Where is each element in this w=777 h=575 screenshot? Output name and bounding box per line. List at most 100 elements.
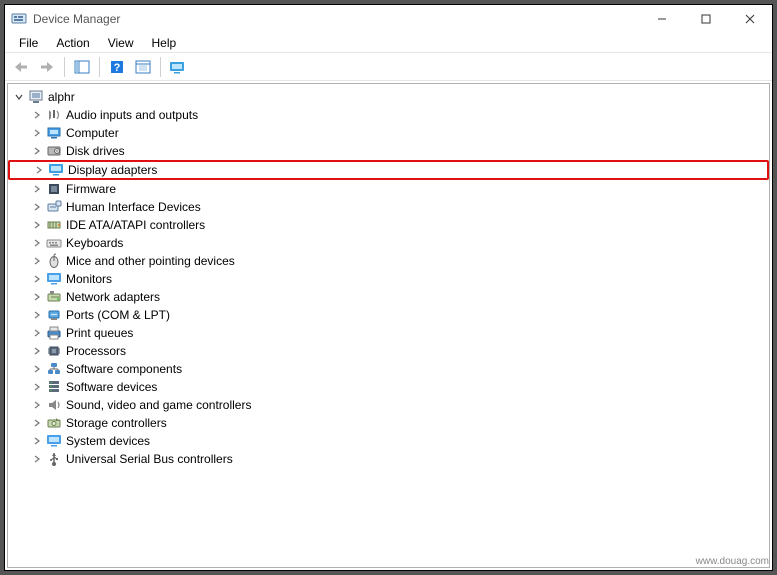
tree-node-label: Monitors [66, 272, 112, 286]
tree-node[interactable]: Audio inputs and outputs [8, 106, 769, 124]
forward-button[interactable] [35, 56, 59, 78]
chevron-right-icon[interactable] [30, 452, 44, 466]
window-title: Device Manager [33, 12, 120, 26]
cpu-icon [46, 343, 62, 359]
tree-root-label: alphr [48, 90, 75, 104]
tree-node-label: IDE ATA/ATAPI controllers [66, 218, 205, 232]
watermark: www.douag.com [696, 556, 769, 567]
tree-node-label: Sound, video and game controllers [66, 398, 251, 412]
chevron-down-icon[interactable] [12, 90, 26, 104]
window-controls [640, 5, 772, 33]
tree-node[interactable]: Ports (COM & LPT) [8, 306, 769, 324]
toolbar-separator [64, 57, 65, 77]
tree-node-label: Computer [66, 126, 119, 140]
tree-node[interactable]: Storage controllers [8, 414, 769, 432]
printer-icon [46, 325, 62, 341]
scan-hardware-button[interactable] [166, 56, 190, 78]
tree-node-label: Network adapters [66, 290, 160, 304]
monitor-icon [46, 271, 62, 287]
firmware-icon [46, 181, 62, 197]
tree-node-label: Keyboards [66, 236, 123, 250]
tree-node-label: Display adapters [68, 163, 157, 177]
tree-node[interactable]: Software devices [8, 378, 769, 396]
chevron-right-icon[interactable] [30, 398, 44, 412]
device-manager-window: Device Manager File Action View Help ? [4, 4, 773, 571]
tree-node-label: Software devices [66, 380, 157, 394]
chevron-right-icon[interactable] [30, 434, 44, 448]
tree-node[interactable]: Human Interface Devices [8, 198, 769, 216]
tree-node[interactable]: Network adapters [8, 288, 769, 306]
help-button[interactable]: ? [105, 56, 129, 78]
tree-node[interactable]: Display adapters [8, 160, 769, 180]
chevron-right-icon[interactable] [30, 290, 44, 304]
show-hide-tree-button[interactable] [70, 56, 94, 78]
menu-view[interactable]: View [100, 35, 142, 51]
tree-node[interactable]: Monitors [8, 270, 769, 288]
tree-node-label: Storage controllers [66, 416, 167, 430]
svg-text:?: ? [114, 62, 121, 74]
tree-node[interactable]: Processors [8, 342, 769, 360]
tree-node[interactable]: IDE ATA/ATAPI controllers [8, 216, 769, 234]
chevron-right-icon[interactable] [30, 308, 44, 322]
chevron-right-icon[interactable] [30, 218, 44, 232]
chevron-right-icon[interactable] [30, 144, 44, 158]
display-icon [48, 162, 64, 178]
tree-node-label: Ports (COM & LPT) [66, 308, 170, 322]
computer-icon [46, 125, 62, 141]
chevron-right-icon[interactable] [30, 182, 44, 196]
tree-node-label: Processors [66, 344, 126, 358]
chevron-right-icon[interactable] [30, 416, 44, 430]
chevron-right-icon[interactable] [30, 344, 44, 358]
chevron-right-icon[interactable] [30, 254, 44, 268]
tree-node[interactable]: Mice and other pointing devices [8, 252, 769, 270]
tree-node[interactable]: Firmware [8, 180, 769, 198]
tree-node[interactable]: Software components [8, 360, 769, 378]
toolbar-separator [99, 57, 100, 77]
chevron-right-icon[interactable] [30, 126, 44, 140]
tree-node-label: Software components [66, 362, 182, 376]
maximize-button[interactable] [684, 5, 728, 33]
mouse-icon [46, 253, 62, 269]
chevron-right-icon[interactable] [30, 380, 44, 394]
network-icon [46, 289, 62, 305]
menu-action[interactable]: Action [48, 35, 97, 51]
minimize-button[interactable] [640, 5, 684, 33]
menu-file[interactable]: File [11, 35, 46, 51]
tree-node[interactable]: Keyboards [8, 234, 769, 252]
app-icon [11, 11, 27, 27]
audio-icon [46, 107, 62, 123]
chevron-right-icon[interactable] [30, 272, 44, 286]
system-icon [46, 433, 62, 449]
computer-icon [28, 89, 44, 105]
properties-button[interactable] [131, 56, 155, 78]
tree-node-label: Print queues [66, 326, 133, 340]
titlebar: Device Manager [5, 5, 772, 33]
close-button[interactable] [728, 5, 772, 33]
tree-node[interactable]: Sound, video and game controllers [8, 396, 769, 414]
tree-node[interactable]: Disk drives [8, 142, 769, 160]
device-tree[interactable]: alphr Audio inputs and outputs Computer Di… [7, 83, 770, 568]
tree-node[interactable]: System devices [8, 432, 769, 450]
chevron-right-icon[interactable] [30, 108, 44, 122]
chevron-right-icon[interactable] [30, 200, 44, 214]
tree-node[interactable]: Print queues [8, 324, 769, 342]
tree-root[interactable]: alphr [8, 88, 769, 106]
chevron-right-icon[interactable] [30, 236, 44, 250]
tree-node[interactable]: Computer [8, 124, 769, 142]
menubar: File Action View Help [5, 33, 772, 53]
chevron-right-icon[interactable] [30, 326, 44, 340]
hid-icon [46, 199, 62, 215]
tree-node-label: Firmware [66, 182, 116, 196]
usb-icon [46, 451, 62, 467]
tree-node[interactable]: Universal Serial Bus controllers [8, 450, 769, 468]
toolbar: ? [5, 53, 772, 81]
port-icon [46, 307, 62, 323]
tree-node-label: Human Interface Devices [66, 200, 201, 214]
chevron-right-icon[interactable] [30, 362, 44, 376]
ide-icon [46, 217, 62, 233]
back-button[interactable] [9, 56, 33, 78]
swdev-icon [46, 379, 62, 395]
menu-help[interactable]: Help [144, 35, 185, 51]
chevron-right-icon[interactable] [32, 163, 46, 177]
keyboard-icon [46, 235, 62, 251]
